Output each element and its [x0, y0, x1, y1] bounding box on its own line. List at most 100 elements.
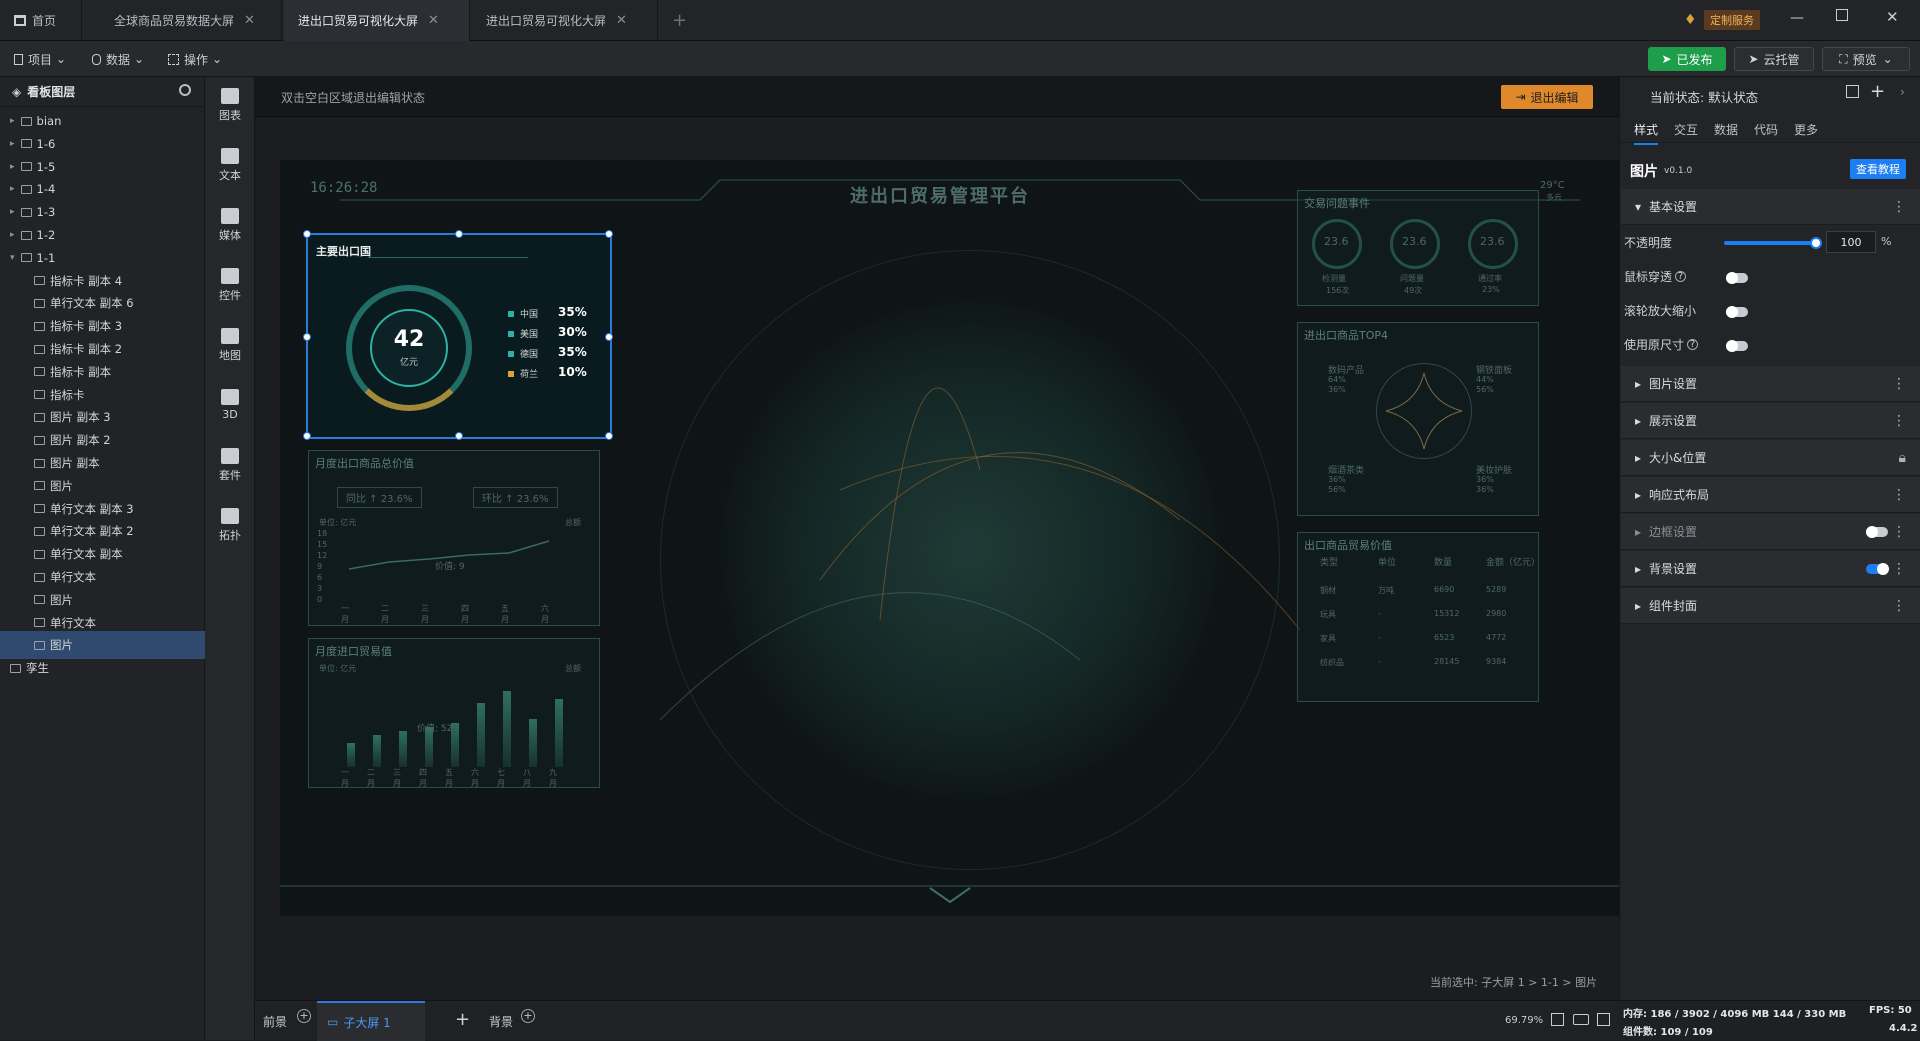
component-3d[interactable]: 3D	[205, 377, 255, 433]
property-tab[interactable]: 数据	[1714, 121, 1738, 138]
chevron-down-icon: ⌄	[212, 52, 223, 66]
resize-handle[interactable]	[605, 333, 613, 341]
custom-service-button[interactable]: 定制服务	[1704, 10, 1760, 30]
panel-title: 出口商品贸易价值	[1304, 539, 1392, 552]
more-icon[interactable]: ⋮	[1892, 376, 1906, 392]
cloud-host-button[interactable]: ➤ 云托管	[1734, 47, 1814, 71]
property-tab[interactable]: 更多	[1794, 121, 1818, 138]
caret-right-icon: ▸	[1635, 413, 1642, 428]
tab-import-export[interactable]: 进出口贸易可视化大屏 ✕	[472, 0, 658, 41]
maximize-icon[interactable]	[1836, 9, 1848, 21]
layer-item[interactable]: 孪生	[0, 654, 205, 682]
caret-right-icon[interactable]: ▸	[10, 116, 15, 126]
lock-icon[interactable]: 🔒︎	[1899, 450, 1906, 466]
component-control[interactable]: 控件	[205, 257, 255, 313]
project-menu[interactable]: 项目 ⌄	[14, 48, 66, 70]
tab-home[interactable]: 首页	[0, 0, 82, 41]
keyboard-icon[interactable]	[1573, 1014, 1589, 1025]
published-button[interactable]: ➤ 已发布	[1648, 47, 1726, 71]
section-image[interactable]: ▸ 图片设置 ⋮	[1621, 366, 1920, 402]
resize-handle[interactable]	[303, 333, 311, 341]
component-text[interactable]: 文本	[205, 137, 255, 193]
caret-right-icon[interactable]: ▸	[10, 207, 15, 217]
mouse-through-row: 鼠标穿透?	[1624, 261, 1687, 291]
add-background-icon[interactable]: +	[521, 1009, 535, 1023]
component-media[interactable]: 媒体	[205, 197, 255, 253]
selected-image-card[interactable]: 主要出口国 42 亿元 中国 35% 美国 30% 德国 35% 荷兰 10%	[303, 230, 613, 440]
zoom-level[interactable]: 69.79%	[1505, 1015, 1543, 1026]
opacity-slider-thumb[interactable]	[1810, 237, 1822, 249]
table-cell: -	[1378, 609, 1381, 618]
resize-handle[interactable]	[605, 230, 613, 238]
edit-state-icon[interactable]	[1846, 85, 1859, 98]
more-icon[interactable]: ⋮	[1892, 413, 1906, 429]
resize-handle[interactable]	[455, 230, 463, 238]
more-icon[interactable]: ⋮	[1892, 199, 1906, 215]
caret-right-icon[interactable]: ▸	[10, 230, 15, 240]
component-chart[interactable]: 图表	[205, 77, 255, 133]
close-window-icon[interactable]: ✕	[1886, 8, 1899, 26]
close-icon[interactable]: ✕	[244, 13, 255, 28]
caret-right-icon[interactable]: ▸	[10, 162, 15, 172]
chevron-down-icon: ⌄	[56, 52, 67, 66]
caret-right-icon[interactable]: ▸	[10, 184, 15, 194]
section-display[interactable]: ▸ 展示设置 ⋮	[1621, 403, 1920, 439]
resize-handle[interactable]	[303, 230, 311, 238]
caret-right-icon[interactable]: ▸	[10, 139, 15, 149]
property-tabs: 样式 交互 数据 代码 更多	[1620, 113, 1920, 145]
border-toggle[interactable]	[1866, 526, 1888, 538]
data-menu[interactable]: 数据 ⌄	[92, 48, 144, 70]
terminal-icon[interactable]	[1597, 1013, 1610, 1026]
dashboard-title: 进出口贸易管理平台	[850, 186, 1030, 207]
title-underline	[368, 257, 528, 258]
subscreen-tab[interactable]: ▭ 子大屏 1	[317, 1001, 425, 1041]
layer-label: 1-1	[36, 250, 56, 265]
add-foreground-icon[interactable]: +	[297, 1009, 311, 1023]
tab-global-trade[interactable]: 全球商品贸易数据大屏 ✕	[100, 0, 282, 41]
weather-temp: 29°C	[1540, 180, 1565, 191]
property-tab[interactable]: 样式	[1634, 121, 1659, 145]
foreground-tab[interactable]: 前景	[263, 1013, 287, 1030]
minimize-icon[interactable]: —	[1790, 10, 1804, 26]
resize-handle[interactable]	[455, 432, 463, 440]
caret-down-icon[interactable]: ▾	[10, 253, 15, 263]
add-state-icon[interactable]: +	[1870, 81, 1885, 102]
more-icon[interactable]: ⋮	[1892, 524, 1906, 540]
property-tab[interactable]: 代码	[1754, 121, 1778, 138]
background-tab[interactable]: 背景	[489, 1013, 513, 1030]
chevron-right-icon[interactable]: ›	[1900, 85, 1905, 99]
original-size-toggle[interactable]	[1726, 340, 1748, 352]
mouse-through-toggle[interactable]	[1726, 272, 1748, 284]
more-icon[interactable]: ⋮	[1892, 598, 1906, 614]
resize-handle[interactable]	[303, 432, 311, 440]
tab-import-export-active[interactable]: 进出口贸易可视化大屏 ✕	[284, 0, 470, 41]
fit-screen-icon[interactable]	[1551, 1013, 1564, 1026]
section-basic[interactable]: ▾ 基本设置 ⋮	[1621, 189, 1920, 225]
opacity-slider[interactable]	[1724, 241, 1816, 245]
table-header-cell: 数量	[1434, 558, 1453, 568]
preview-button[interactable]: ⛶ 预览 ⌄	[1822, 47, 1910, 71]
layer-type-icon	[34, 618, 45, 628]
more-icon[interactable]: ⋮	[1892, 561, 1906, 577]
more-icon[interactable]: ⋮	[1892, 487, 1906, 503]
add-subscreen-icon[interactable]: +	[455, 1009, 470, 1030]
tutorial-button[interactable]: 查看教程	[1850, 159, 1906, 179]
operate-menu[interactable]: 操作 ⌄	[168, 48, 222, 70]
section-cover[interactable]: ▸ 组件封面 ⋮	[1621, 588, 1920, 624]
background-toggle[interactable]	[1866, 563, 1889, 575]
component-topology[interactable]: 拓扑	[205, 497, 255, 553]
component-kit[interactable]: 套件	[205, 437, 255, 493]
wheel-zoom-toggle[interactable]	[1726, 306, 1748, 318]
close-icon[interactable]: ✕	[616, 13, 627, 28]
section-responsive[interactable]: ▸ 响应式布局 ⋮	[1621, 477, 1920, 513]
resize-handle[interactable]	[605, 432, 613, 440]
add-tab-icon[interactable]: +	[672, 10, 687, 31]
opacity-input[interactable]: 100	[1826, 231, 1876, 253]
property-tab[interactable]: 交互	[1674, 121, 1698, 138]
close-icon[interactable]: ✕	[428, 13, 439, 28]
search-icon[interactable]	[179, 84, 191, 96]
component-map[interactable]: 地图	[205, 317, 255, 373]
section-size-position[interactable]: ▸ 大小&位置 🔒︎	[1621, 440, 1920, 476]
3d-icon	[221, 389, 239, 405]
exit-edit-button[interactable]: ⇥ 退出编辑	[1501, 85, 1593, 109]
